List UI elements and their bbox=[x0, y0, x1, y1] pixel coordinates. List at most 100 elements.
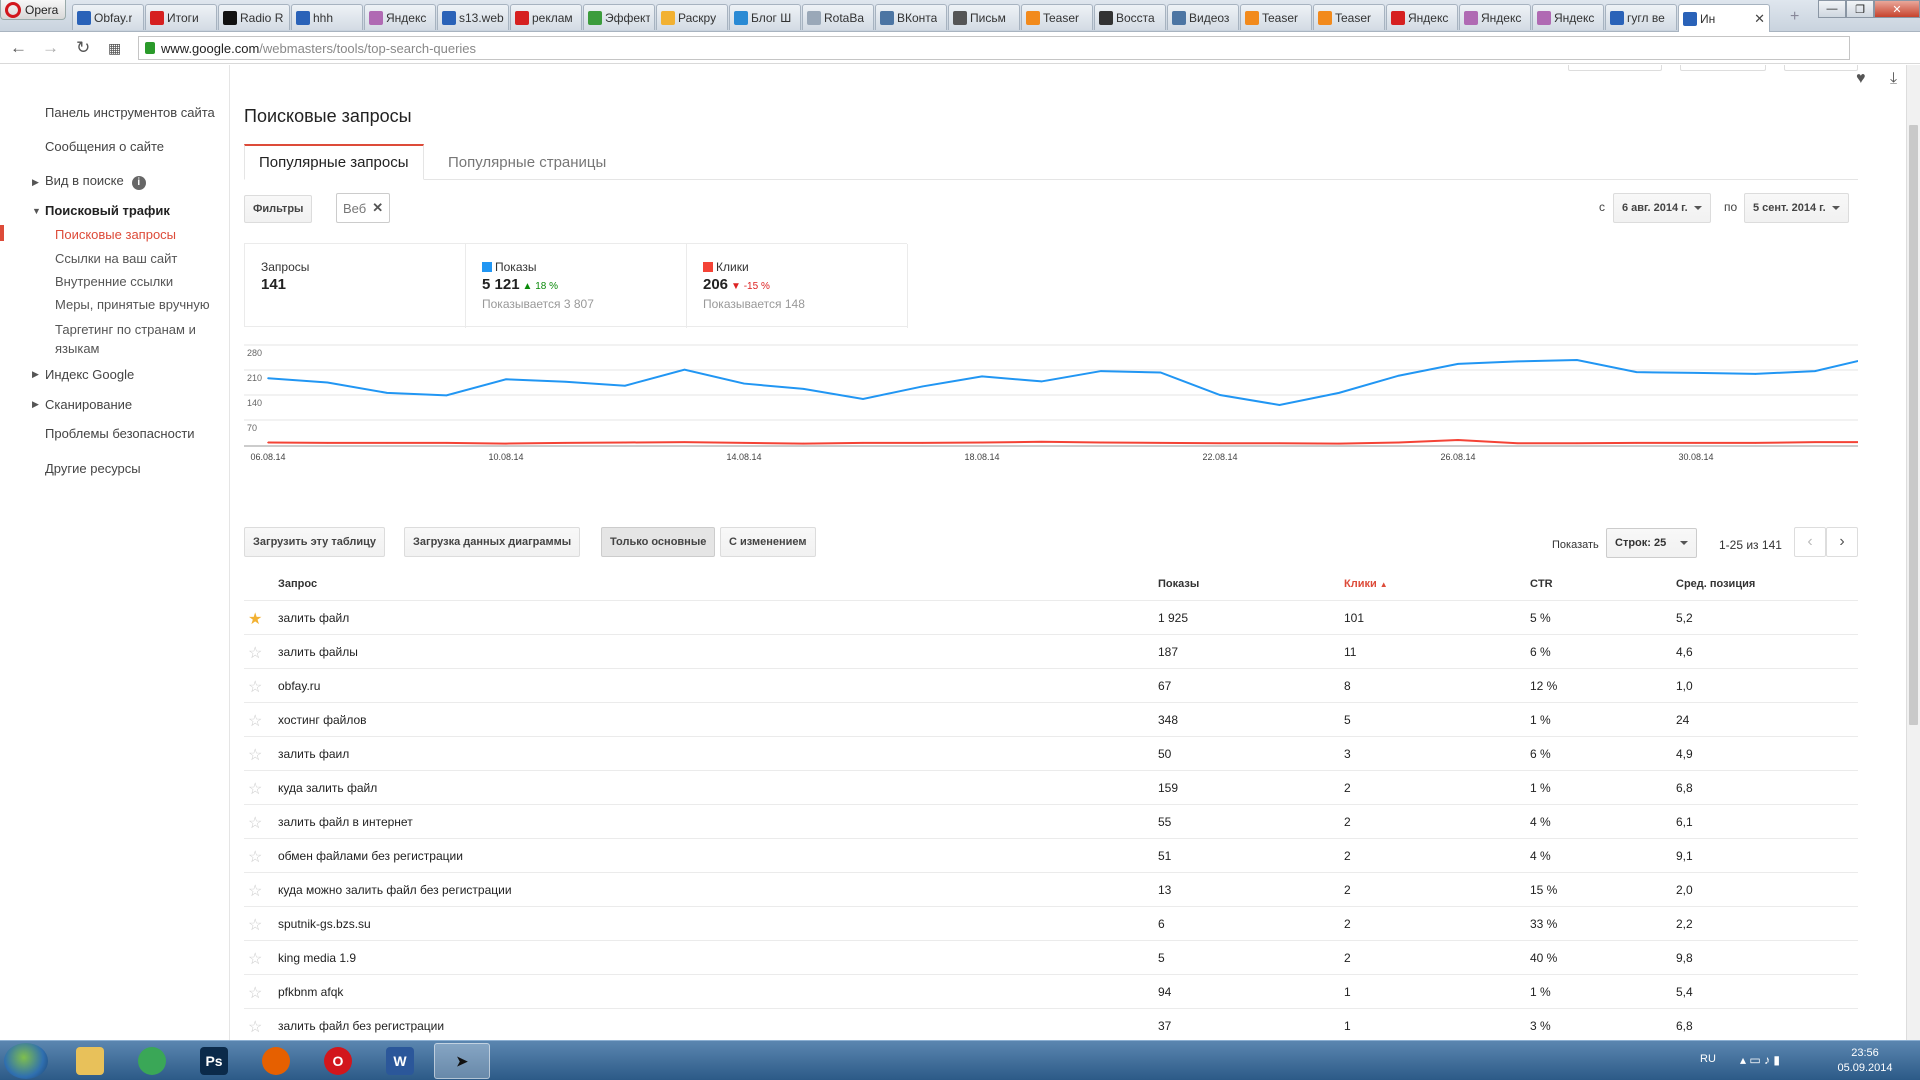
taskbar-app-photoshop[interactable]: Ps bbox=[186, 1043, 242, 1079]
tab-top-queries[interactable]: Популярные запросы bbox=[244, 144, 424, 180]
expand-arrow-icon[interactable]: ▶ bbox=[32, 399, 39, 410]
opera-menu-button[interactable]: Opera bbox=[0, 0, 66, 20]
sidebar-item-internal-links[interactable]: Внутренние ссылки bbox=[55, 274, 173, 289]
window-close-icon[interactable]: ✕ bbox=[1874, 0, 1920, 18]
table-row[interactable]: ☆ obfay.ru 67 8 12 % 1,0 bbox=[244, 669, 1858, 703]
star-icon[interactable]: ☆ bbox=[248, 643, 262, 663]
star-icon[interactable]: ☆ bbox=[248, 983, 262, 1003]
browser-tab[interactable]: s13.web bbox=[437, 4, 509, 30]
metric-queries[interactable]: Запросы 141 bbox=[245, 244, 466, 328]
tray-icons[interactable]: ▴ ▭ ♪ ▮ bbox=[1740, 1053, 1780, 1067]
browser-tab[interactable]: Видеоз bbox=[1167, 4, 1239, 30]
col-query[interactable]: Запрос bbox=[278, 567, 317, 601]
browser-tab[interactable]: Раскру bbox=[656, 4, 728, 30]
sidebar-item-search-traffic[interactable]: Поисковый трафик bbox=[45, 203, 170, 218]
star-icon[interactable]: ☆ bbox=[248, 881, 262, 901]
table-row[interactable]: ☆ обмен файлами без регистрации 51 2 4 % 9,1 bbox=[244, 839, 1858, 873]
browser-tab[interactable]: Письм bbox=[948, 4, 1020, 30]
table-row[interactable]: ☆ залить фаил 50 3 6 % 4,9 bbox=[244, 737, 1858, 771]
browser-tab[interactable]: hhh bbox=[291, 4, 363, 30]
info-icon[interactable]: i bbox=[131, 176, 146, 190]
language-indicator[interactable]: RU bbox=[1700, 1053, 1716, 1065]
new-tab-icon[interactable]: + bbox=[1790, 8, 1799, 26]
browser-tab-active[interactable]: Ин ✕ bbox=[1678, 4, 1770, 32]
tab-top-pages[interactable]: Популярные страницы bbox=[434, 144, 620, 180]
browser-tab[interactable]: Эффект bbox=[583, 4, 655, 30]
prev-page-icon[interactable]: ‹ bbox=[1794, 527, 1826, 557]
browser-tab[interactable]: Яндекс bbox=[1459, 4, 1531, 30]
filters-button[interactable]: Фильтры bbox=[244, 195, 313, 223]
browser-tab[interactable]: RotaBa bbox=[802, 4, 874, 30]
with-change-toggle[interactable]: С изменением bbox=[720, 527, 816, 557]
sidebar-item-links-to-site[interactable]: Ссылки на ваш сайт bbox=[55, 251, 177, 266]
back-icon[interactable]: ← bbox=[10, 38, 27, 58]
remove-filter-icon[interactable]: ✕ bbox=[372, 200, 383, 216]
browser-tab[interactable]: Teaser bbox=[1313, 4, 1385, 30]
cell-query[interactable]: залить фаил bbox=[278, 737, 349, 771]
maximize-icon[interactable]: ❐ bbox=[1846, 0, 1874, 18]
expand-arrow-icon[interactable]: ▶ bbox=[32, 369, 39, 380]
browser-tab[interactable]: Восста bbox=[1094, 4, 1166, 30]
col-clicks[interactable]: Клики ▲ bbox=[1344, 567, 1388, 601]
expand-arrow-icon[interactable]: ▶ bbox=[32, 177, 39, 188]
col-impressions[interactable]: Показы bbox=[1158, 567, 1199, 601]
star-icon[interactable]: ☆ bbox=[248, 745, 262, 765]
browser-tab[interactable]: Итоги bbox=[145, 4, 217, 30]
date-to-select[interactable]: 5 сент. 2014 г. bbox=[1744, 193, 1849, 223]
col-ctr[interactable]: CTR bbox=[1530, 567, 1553, 601]
scrollbar-thumb[interactable] bbox=[1909, 125, 1918, 725]
collapse-arrow-icon[interactable]: ▼ bbox=[32, 206, 41, 216]
start-button[interactable] bbox=[4, 1043, 48, 1079]
star-icon[interactable]: ☆ bbox=[248, 711, 262, 731]
cell-query[interactable]: обмен файлами без регистрации bbox=[278, 839, 463, 873]
sidebar-item-security-issues[interactable]: Проблемы безопасности bbox=[45, 426, 195, 441]
star-icon[interactable]: ☆ bbox=[248, 847, 262, 867]
table-row[interactable]: ☆ хостинг файлов 348 5 1 % 24 bbox=[244, 703, 1858, 737]
cell-query[interactable]: king media 1.9 bbox=[278, 941, 356, 975]
download-chart-data-button[interactable]: Загрузка данных диаграммы bbox=[404, 527, 581, 557]
table-row[interactable]: ☆ king media 1.9 5 2 40 % 9,8 bbox=[244, 941, 1858, 975]
star-icon[interactable]: ☆ bbox=[248, 813, 262, 833]
browser-tab[interactable]: Яндекс bbox=[1386, 4, 1458, 30]
cell-query[interactable]: куда можно залить файл без регистрации bbox=[278, 873, 512, 907]
page-scrollbar[interactable] bbox=[1906, 65, 1920, 1040]
minimize-icon[interactable]: — bbox=[1818, 0, 1846, 18]
table-row[interactable]: ☆ залить файлы 187 11 6 % 4,6 bbox=[244, 635, 1858, 669]
sidebar-item-other-resources[interactable]: Другие ресурсы bbox=[45, 461, 141, 476]
date-from-select[interactable]: 6 авг. 2014 г. bbox=[1613, 193, 1711, 223]
cell-query[interactable]: залить файл в интернет bbox=[278, 805, 413, 839]
cell-query[interactable]: хостинг файлов bbox=[278, 703, 367, 737]
forward-icon[interactable]: → bbox=[42, 38, 59, 58]
metric-clicks[interactable]: Клики 206 ▼ -15 % Показывается 148 bbox=[687, 244, 908, 328]
table-row[interactable]: ☆ pfkbnm afqk 94 1 1 % 5,4 bbox=[244, 975, 1858, 1009]
browser-tab[interactable]: Teaser bbox=[1240, 4, 1312, 30]
taskbar-app-firefox[interactable] bbox=[248, 1043, 304, 1079]
rows-per-page-select[interactable]: Строк: 25 bbox=[1606, 528, 1698, 558]
sidebar-item-intl-targeting[interactable]: Таргетинг по странам и языкам bbox=[55, 320, 215, 358]
reload-icon[interactable]: ↻ bbox=[76, 38, 90, 58]
taskbar-app-opera[interactable]: O bbox=[310, 1043, 366, 1079]
sidebar-item-search-queries[interactable]: Поисковые запросы bbox=[55, 227, 176, 242]
browser-tab[interactable]: гугл ве bbox=[1605, 4, 1677, 30]
sidebar-item-manual-actions[interactable]: Меры, принятые вручную bbox=[55, 297, 210, 312]
star-icon[interactable]: ☆ bbox=[248, 677, 262, 697]
browser-tab[interactable]: Яндекс bbox=[1532, 4, 1604, 30]
only-main-toggle[interactable]: Только основные bbox=[601, 527, 716, 557]
browser-tab[interactable]: ВКонта bbox=[875, 4, 947, 30]
taskbar-app-chrome[interactable] bbox=[124, 1043, 180, 1079]
metric-impressions[interactable]: Показы 5 121 ▲ 18 % Показывается 3 807 bbox=[466, 244, 687, 328]
browser-tab[interactable]: Блог Ш bbox=[729, 4, 801, 30]
system-clock[interactable]: 23:56 05.09.2014 bbox=[1830, 1046, 1900, 1076]
taskbar-app-cursor-app[interactable]: ➤ bbox=[434, 1043, 490, 1079]
cell-query[interactable]: залить файл bbox=[278, 601, 349, 635]
taskbar-app-word[interactable]: W bbox=[372, 1043, 428, 1079]
table-row[interactable]: ★ залить файл 1 925 101 5 % 5,2 bbox=[244, 601, 1858, 635]
table-row[interactable]: ☆ куда залить файл 159 2 1 % 6,8 bbox=[244, 771, 1858, 805]
sidebar-item-search-appearance[interactable]: Вид в поиске i bbox=[45, 173, 146, 190]
cell-query[interactable]: obfay.ru bbox=[278, 669, 320, 703]
table-row[interactable]: ☆ sputnik-gs.bzs.su 6 2 33 % 2,2 bbox=[244, 907, 1858, 941]
sidebar-item-crawl[interactable]: Сканирование bbox=[45, 397, 132, 412]
table-row[interactable]: ☆ залить файл без регистрации 37 1 3 % 6,8 bbox=[244, 1009, 1858, 1040]
table-row[interactable]: ☆ залить файл в интернет 55 2 4 % 6,1 bbox=[244, 805, 1858, 839]
sidebar-item-google-index[interactable]: Индекс Google bbox=[45, 367, 134, 382]
